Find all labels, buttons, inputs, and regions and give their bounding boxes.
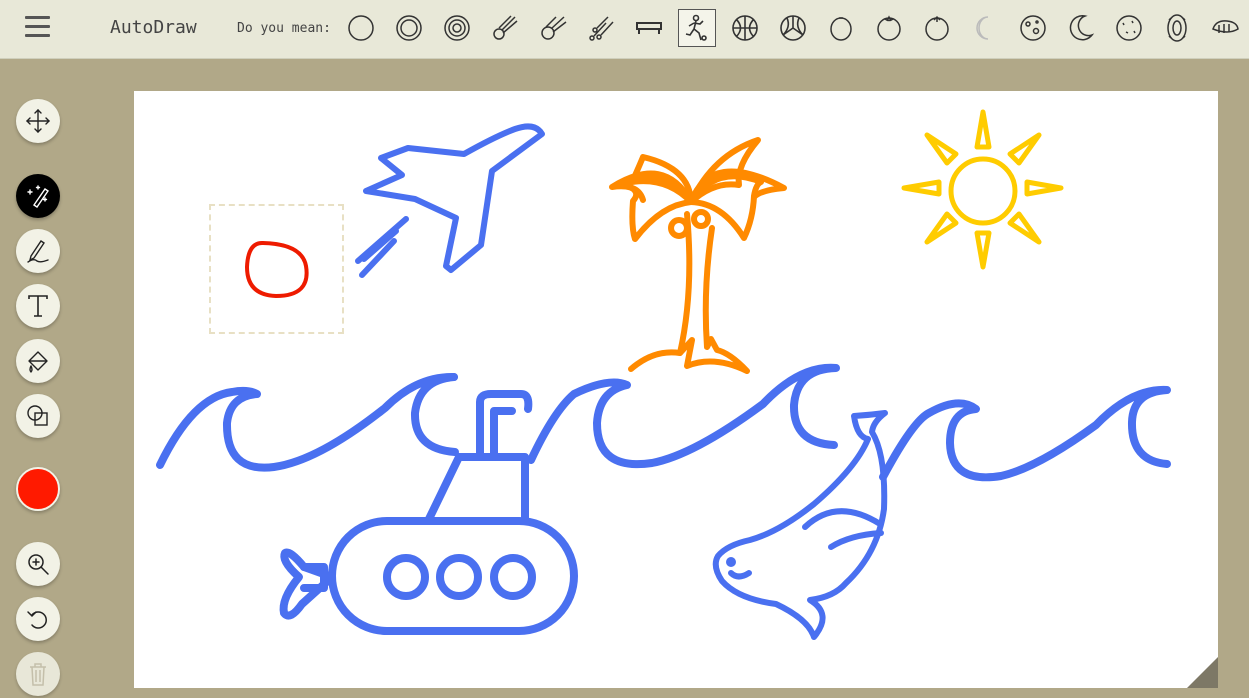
selection-box [209,204,344,334]
canvas-drawings [156,109,1171,640]
text-icon [28,295,48,317]
move-icon [26,109,50,133]
suggestion-cookie[interactable] [1110,9,1148,47]
suggestions-strip [342,9,1249,47]
suggestion-volleyball[interactable] [774,9,812,47]
suggestion-moon-crescent[interactable] [1062,9,1100,47]
waves-drawing[interactable] [156,363,1171,482]
suggestion-ring[interactable] [390,9,428,47]
type-tool[interactable] [16,284,60,328]
suggestion-basketball[interactable] [726,9,764,47]
move-tool[interactable] [16,99,60,143]
fill-tool[interactable] [16,339,60,383]
undo-icon [27,611,47,629]
shape-tool[interactable] [16,394,60,438]
suggestion-crescent[interactable] [966,9,1004,47]
undo-button[interactable] [16,597,60,641]
zoom-tool[interactable] [16,542,60,586]
suggestion-egg[interactable] [822,9,860,47]
seal-drawing[interactable] [712,410,888,640]
suggestion-bench[interactable] [630,9,668,47]
suggestion-circle[interactable] [342,9,380,47]
paint-bucket-icon [28,351,48,373]
app-title: AutoDraw [110,17,197,38]
suggestion-whale[interactable] [1206,9,1244,47]
autodraw-icon [27,185,49,208]
canvas-resize-handle[interactable] [1187,657,1218,688]
menu-icon[interactable] [25,16,50,40]
suggestion-soccer-player[interactable] [678,9,716,47]
suggestion-target[interactable] [438,9,476,47]
delete-button[interactable] [16,652,60,696]
palm-tree-drawing[interactable] [609,137,787,374]
suggestion-meteor-shower[interactable] [582,9,620,47]
suggestion-moon[interactable] [1014,9,1052,47]
shapes-icon [27,405,48,426]
submarine-drawing[interactable] [279,390,578,635]
suggestions-label: Do you mean: [237,21,331,36]
suggestion-meteor[interactable] [534,9,572,47]
pencil-icon [27,240,49,263]
top-bar: AutoDraw Do you mean: [0,0,1249,59]
airplane-drawing[interactable] [355,123,545,278]
draw-tool[interactable] [16,229,60,273]
suggestion-comet[interactable] [486,9,524,47]
drawing-canvas[interactable] [134,91,1218,688]
suggestion-orange[interactable] [870,9,908,47]
suggestion-tomato[interactable] [918,9,956,47]
trash-icon [30,663,46,686]
suggestion-tire[interactable] [1158,9,1196,47]
sun-drawing[interactable] [901,109,1064,270]
color-picker[interactable] [16,467,60,511]
zoom-in-icon [28,554,49,575]
autodraw-tool[interactable] [16,174,60,218]
